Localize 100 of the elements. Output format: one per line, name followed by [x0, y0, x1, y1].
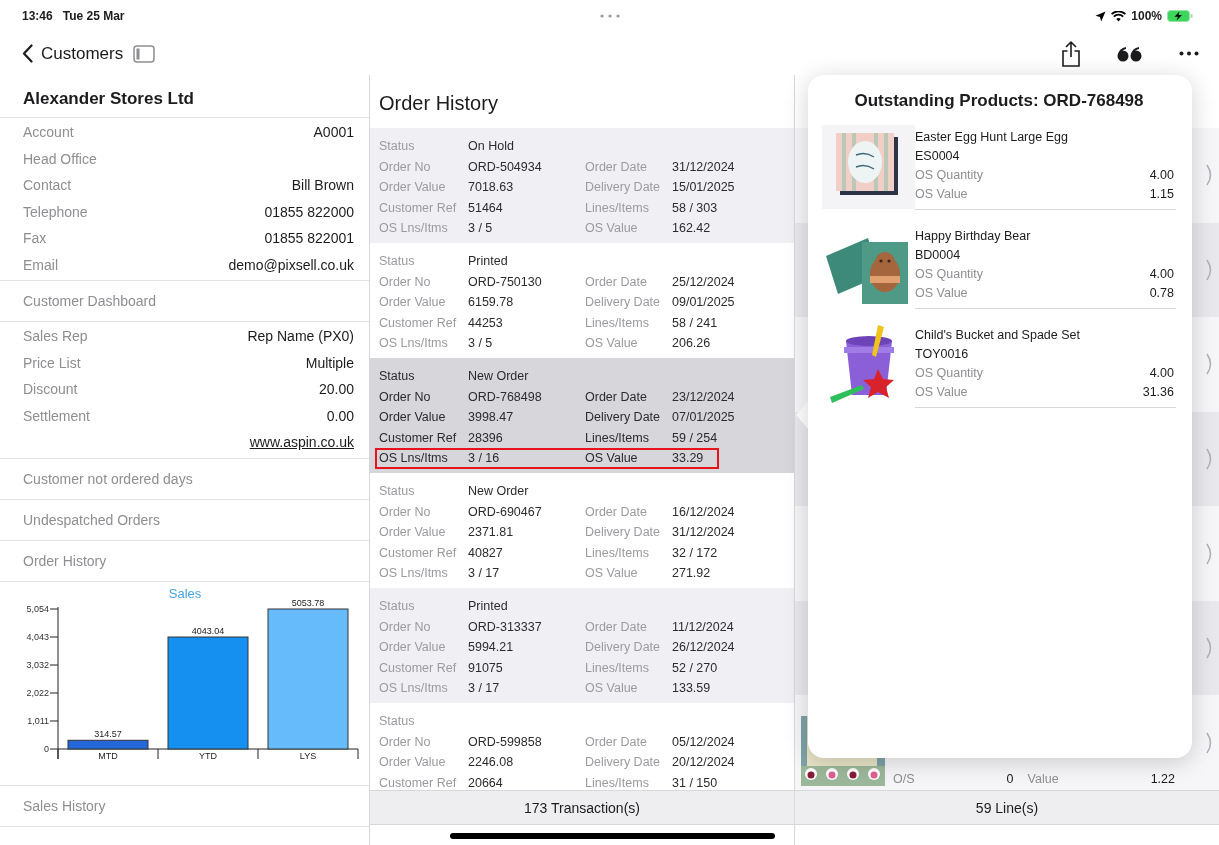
quote-icon[interactable] — [1117, 45, 1143, 62]
field-value: 4.00 — [1149, 266, 1174, 281]
location-icon — [1095, 10, 1107, 22]
field-value: 271.92 — [672, 566, 712, 581]
field-value: 3 / 16 — [468, 451, 501, 466]
field-label: Lines/Items — [585, 430, 650, 445]
field-value: Bill Brown — [291, 177, 354, 194]
field-label: Order Date — [585, 504, 648, 519]
field-label: Price List — [23, 354, 81, 371]
field-label: Discount — [23, 381, 78, 398]
line-count: 59 Line(s) — [795, 790, 1219, 825]
field-value: New Order — [468, 484, 530, 499]
field-value: 31/12/2024 — [672, 159, 736, 174]
battery-percentage: 100% — [1131, 9, 1162, 23]
field-value: A0001 — [313, 124, 354, 141]
field-value: 3 / 5 — [468, 336, 494, 351]
field-label: Sales Rep — [23, 328, 88, 345]
field-label: Order No — [379, 389, 432, 404]
bar-value-label: 4043.04 — [191, 625, 225, 636]
field-label: Status — [379, 484, 416, 499]
field-label: OS Value — [915, 186, 968, 201]
field-value: On Hold — [468, 139, 515, 154]
field-label: Customer Ref — [379, 430, 458, 445]
field-label: OS Quantity — [915, 167, 984, 182]
field-label: Order No — [379, 619, 432, 634]
field-label: Customer Ref — [379, 660, 458, 675]
field-label: OS Value — [915, 384, 968, 399]
field-value: 23/12/2024 — [672, 389, 736, 404]
field-value: demo@pixsell.co.uk — [228, 256, 354, 273]
customer-name: Alexander Stores Ltd — [0, 75, 369, 118]
field-value: Printed — [468, 599, 509, 614]
field-label: Delivery Date — [585, 640, 662, 655]
field-value: Rep Name (PX0) — [247, 328, 354, 345]
field-value: 1.22 — [1150, 772, 1175, 787]
field-label: Contact — [23, 177, 72, 194]
panel-title: Order History — [378, 91, 499, 116]
field-label: OS Value — [585, 221, 639, 236]
field-label: Email — [23, 256, 58, 273]
field-label: OS Value — [585, 336, 639, 351]
popover-title: Outstanding Products: ORD-768498 — [853, 91, 1145, 111]
field-label: Head Office — [23, 150, 97, 167]
field-value: 2246.08 — [468, 755, 515, 770]
field-label: Lines/Items — [585, 545, 650, 560]
field-value: 3 / 17 — [468, 681, 501, 696]
order-card[interactable]: Status New Order Order No ORD-768498 Order Date 23/12/2024 Order Value 3998.47 Delivery Date 07/01/2025 Customer Ref 28396 Lines/Items 59 / 254 OS Lns/Itms 3 / 16 OS Value 33.29 — [370, 358, 794, 473]
field-value: 25/12/2024 — [672, 274, 736, 289]
field-label: OS Lns/Itms — [379, 221, 449, 236]
product-name: Happy Birthday Bear — [915, 228, 1031, 243]
x-tick-label: LYS — [299, 750, 317, 761]
field-value: 0.00 — [326, 407, 354, 424]
field-value: 28396 — [468, 430, 504, 445]
status-date: Tue 25 Mar — [62, 9, 125, 23]
field-label: OS Value — [585, 566, 639, 581]
field-label: Lines/Items — [585, 775, 650, 790]
field-label: OS Lns/Itms — [379, 336, 449, 351]
field-label: Order No — [379, 504, 432, 519]
field-label: Telephone — [23, 203, 88, 220]
multitask-dots-icon[interactable] — [598, 13, 621, 19]
field-value: 33.29 — [672, 451, 705, 466]
field-label: Settlement — [23, 407, 90, 424]
field-value: ORD-504934 — [468, 159, 543, 174]
x-tick-label: MTD — [98, 750, 118, 761]
field-label: OS Lns/Itms — [379, 681, 449, 696]
field-value: 51464 — [468, 200, 504, 215]
sidebar-toggle-icon[interactable] — [133, 44, 156, 63]
field-value: 7018.63 — [468, 180, 515, 195]
status-time: 13:46 — [22, 9, 53, 23]
chart-title: Sales — [168, 585, 202, 601]
field-value: 3 / 5 — [468, 221, 494, 236]
field-value: 91075 — [468, 660, 504, 675]
field-value: 58 / 303 — [672, 200, 719, 215]
more-icon[interactable] — [1179, 51, 1199, 56]
field-value: 3 / 17 — [468, 566, 501, 581]
field-label: Status — [379, 369, 416, 384]
field-label: O/S — [893, 772, 915, 787]
field-value: 4.00 — [1149, 365, 1174, 380]
order-card[interactable]: Status On Hold Order No ORD-504934 Order Date 31/12/2024 Order Value 7018.63 Delivery Date 15/01/2025 Customer Ref 51464 Lines/Items 58 / 303 OS Lns/Itms 3 / 5 OS Value 162.42 — [370, 128, 794, 243]
product-name: Easter Egg Hunt Large Egg — [915, 129, 1068, 144]
field-label: OS Value — [585, 451, 639, 466]
field-label: Account — [23, 124, 74, 141]
field-value: 16/12/2024 — [672, 504, 736, 519]
field-label: OS Quantity — [915, 365, 984, 380]
website-link[interactable]: www.aspin.co.uk — [249, 434, 354, 451]
order-card[interactable]: Status Printed Order No ORD-313337 Order Date 11/12/2024 Order Value 5994.21 Delivery Date 26/12/2024 Customer Ref 91075 Lines/Items 52 / 270 OS Lns/Itms 3 / 17 OS Value 133.59 — [370, 588, 794, 703]
y-tick-label: 2,022 — [26, 687, 49, 698]
y-tick-label: 1,011 — [27, 715, 49, 726]
field-value: 01855 822001 — [264, 230, 354, 247]
field-label: Delivery Date — [585, 410, 662, 425]
field-label: Delivery Date — [585, 295, 662, 310]
field-value: 09/01/2025 — [672, 295, 736, 310]
field-label: OS Value — [915, 285, 968, 300]
share-icon[interactable] — [1061, 40, 1081, 67]
product-code: TOY0016 — [915, 346, 969, 361]
y-tick-label: 5,054 — [26, 603, 49, 614]
field-label: Delivery Date — [585, 525, 662, 540]
back-button[interactable]: Customers — [22, 43, 124, 64]
field-label: Status — [379, 254, 416, 269]
field-label: Order Value — [379, 755, 447, 770]
wifi-icon — [1111, 10, 1127, 22]
field-value: 162.42 — [672, 221, 712, 236]
